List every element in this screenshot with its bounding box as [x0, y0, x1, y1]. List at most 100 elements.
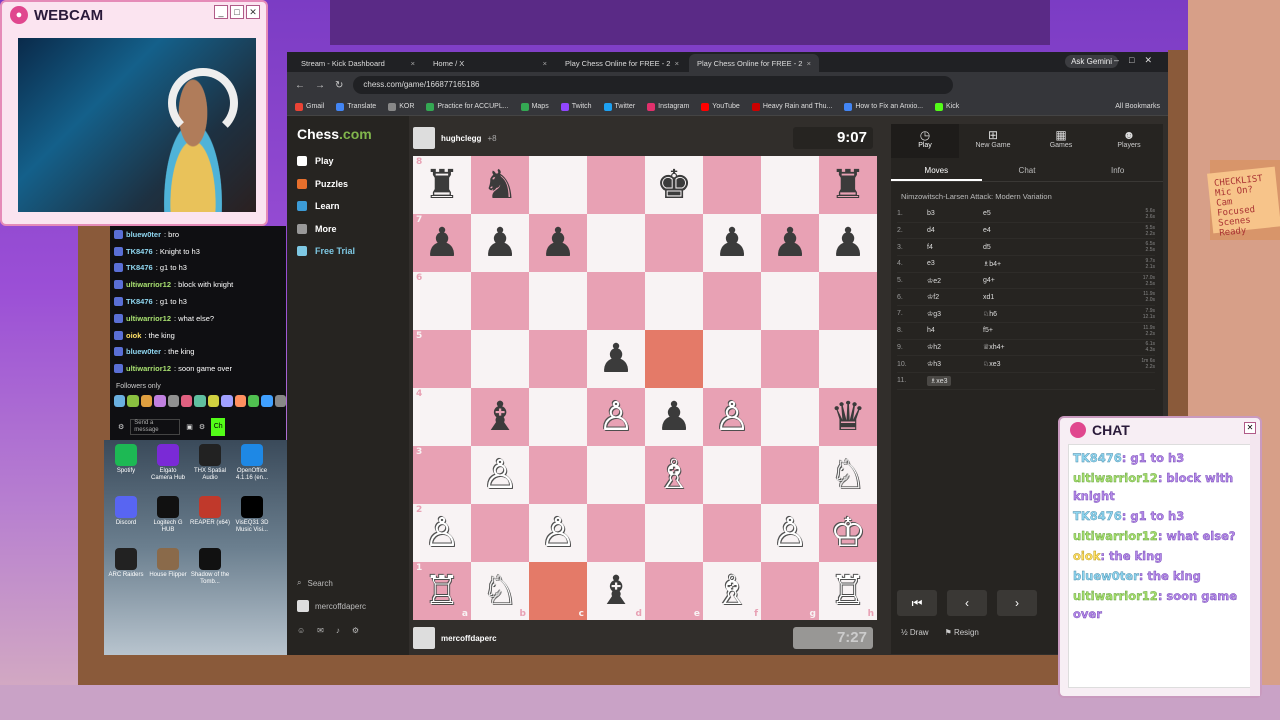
tab-new-game[interactable]: ⊞ New Game [959, 124, 1027, 158]
emote-icon[interactable] [114, 395, 126, 407]
white-move[interactable]: ♔h2 [927, 343, 983, 351]
board-square[interactable] [471, 330, 529, 388]
bookmark-item[interactable]: Maps [520, 102, 549, 111]
next-move-button[interactable]: › [997, 590, 1037, 616]
settings-icon[interactable]: ⚙ [118, 423, 124, 431]
white-move[interactable]: ♔g3 [927, 310, 983, 318]
desktop-icon[interactable]: ARC Raiders [106, 548, 146, 579]
window-controls[interactable]: –□✕ [1114, 55, 1162, 66]
sidebar-item-free-trial[interactable]: Free Trial [297, 246, 407, 256]
board-square[interactable] [761, 330, 819, 388]
board-square[interactable] [587, 504, 645, 562]
board-square[interactable] [645, 330, 703, 388]
desktop-icon[interactable]: Elgato Camera Hub [148, 444, 188, 482]
board-square[interactable]: ♘ [819, 446, 877, 504]
sidebar-item-play[interactable]: Play [297, 156, 407, 166]
board-square[interactable]: 4 [413, 388, 471, 446]
close-icon[interactable]: × [807, 59, 811, 68]
white-rook-piece[interactable]: ♖ [830, 571, 866, 611]
desktop-icon[interactable]: OpenOffice 4.1.16 (en... [232, 444, 272, 482]
black-pawn-piece[interactable]: ♟ [656, 397, 692, 437]
board-square[interactable]: ♟ [529, 214, 587, 272]
sidebar-user[interactable]: mercoffdaperc [297, 600, 366, 612]
mail-icon[interactable]: ✉ [317, 626, 324, 635]
board-square[interactable]: d ♝ [587, 562, 645, 620]
board-square[interactable]: ♟ [587, 330, 645, 388]
chat-username[interactable]: bluew0ter [126, 230, 161, 239]
board-square[interactable] [761, 388, 819, 446]
chat-username[interactable]: oiok [126, 331, 141, 340]
all-bookmarks[interactable]: All Bookmarks [1115, 103, 1160, 110]
browser-tab[interactable]: Home / X × [425, 54, 555, 72]
board-square[interactable]: ♝ [471, 388, 529, 446]
board-square[interactable]: e [645, 562, 703, 620]
emote-icon[interactable] [207, 395, 220, 407]
board-square[interactable] [645, 214, 703, 272]
black-rook-piece[interactable]: ♜ [424, 165, 460, 205]
board-square[interactable]: b ♘ [471, 562, 529, 620]
desktop-icon[interactable]: Logitech G HUB [148, 496, 188, 534]
board-square[interactable]: ♟ [645, 388, 703, 446]
board-square[interactable]: 2 ♙ [413, 504, 471, 562]
board-square[interactable]: ♟ [471, 214, 529, 272]
bookmark-item[interactable]: Twitter [603, 102, 635, 111]
bookmark-item[interactable]: YouTube [701, 102, 740, 111]
board-square[interactable]: ♙ [587, 388, 645, 446]
bell-icon[interactable]: ♪ [336, 626, 340, 635]
board-square[interactable]: 7 ♟ [413, 214, 471, 272]
bookmark-item[interactable]: Gmail [295, 102, 324, 111]
close-icon[interactable]: × [411, 59, 415, 68]
board-square[interactable] [587, 446, 645, 504]
white-knight-piece[interactable]: ♘ [482, 571, 518, 611]
black-pawn-piece[interactable]: ♟ [830, 223, 866, 263]
white-move[interactable]: ♔e2 [927, 277, 983, 285]
board-square[interactable] [587, 156, 645, 214]
white-pawn-piece[interactable]: ♙ [772, 513, 808, 553]
bookmark-item[interactable]: Kick [935, 102, 959, 111]
white-bishop-piece[interactable]: ♗ [656, 455, 692, 495]
chat-send-button[interactable]: Ch [211, 418, 226, 436]
emote-icon[interactable] [140, 395, 153, 407]
black-move[interactable]: g4+ [983, 277, 1039, 284]
board-square[interactable]: ♟ [819, 214, 877, 272]
desktop-icon[interactable]: Discord [106, 496, 146, 527]
white-move[interactable]: ♗xe3 [927, 375, 951, 386]
overlay-chat-scrollbar[interactable] [1250, 434, 1260, 696]
board-square[interactable] [761, 446, 819, 504]
browser-tab[interactable]: Play Chess Online for FREE - 2 × [689, 54, 819, 72]
chat-username[interactable]: TK8476 [126, 297, 153, 306]
white-pawn-piece[interactable]: ♙ [598, 397, 634, 437]
board-square[interactable]: ♟ [703, 214, 761, 272]
board-square[interactable] [761, 156, 819, 214]
sidebar-item-learn[interactable]: Learn [297, 201, 407, 211]
chat-username[interactable]: bluew0ter [126, 347, 161, 356]
subtab-moves[interactable]: Moves [891, 160, 982, 181]
black-rook-piece[interactable]: ♜ [830, 165, 866, 205]
board-square[interactable]: ♙ [761, 504, 819, 562]
tab-players[interactable]: ☻ Players [1095, 124, 1163, 158]
black-move[interactable]: ♘xe3 [983, 360, 1039, 368]
send-message-input[interactable]: Send a message [130, 419, 181, 435]
board-square[interactable] [819, 272, 877, 330]
bookmark-item[interactable]: Instagram [647, 102, 689, 111]
sidebar-item-puzzles[interactable]: Puzzles [297, 178, 407, 189]
browser-tab[interactable]: Play Chess Online for FREE - 2 × [557, 54, 687, 72]
board-square[interactable]: 3 [413, 446, 471, 504]
board-square[interactable]: ♟ [761, 214, 819, 272]
opponent-name[interactable]: hughclegg [441, 134, 481, 143]
white-move[interactable]: d4 [927, 227, 983, 234]
board-square[interactable] [703, 330, 761, 388]
board-square[interactable]: f ♗ [703, 562, 761, 620]
black-bishop-piece[interactable]: ♝ [598, 571, 634, 611]
board-square[interactable] [471, 504, 529, 562]
black-move[interactable]: d5 [983, 244, 1039, 251]
board-square[interactable]: ♙ [703, 388, 761, 446]
black-move[interactable]: e4 [983, 227, 1039, 234]
board-square[interactable]: ♙ [471, 446, 529, 504]
tab-games[interactable]: ▦ Games [1027, 124, 1095, 158]
previous-move-button[interactable]: ‹ [947, 590, 987, 616]
emote-icon[interactable] [167, 395, 179, 407]
white-move[interactable]: h4 [927, 327, 983, 334]
white-move[interactable]: ♔f2 [927, 293, 983, 301]
ask-gemini-button[interactable]: Ask Gemini [1065, 55, 1118, 68]
